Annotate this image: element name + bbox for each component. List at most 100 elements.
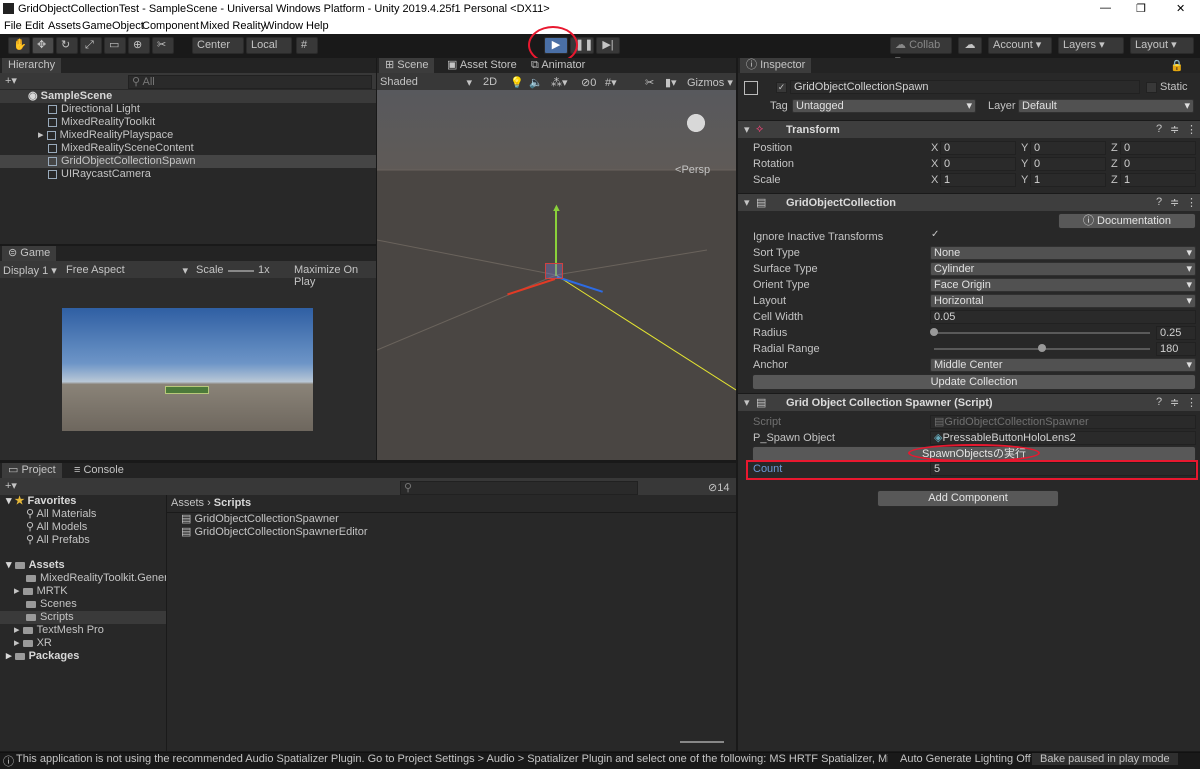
foldout-arrow-icon[interactable]: ▾ [744, 396, 750, 409]
position-z[interactable]: 0 [1120, 141, 1196, 155]
gizmos-dropdown[interactable]: Gizmos ▾ [687, 76, 733, 89]
preset-icon[interactable]: ≑ [1170, 196, 1179, 209]
surface-type-dropdown[interactable]: Cylinder ▾ [930, 262, 1196, 276]
scene-root[interactable]: ◉ SampleScene [0, 90, 376, 103]
menu-assets[interactable]: Assets [48, 20, 81, 32]
transform-tool-icon[interactable]: ⊕ [128, 37, 150, 54]
2d-toggle[interactable]: 2D [483, 76, 497, 88]
tab-animator[interactable]: ⧉ Animator [525, 58, 591, 73]
update-collection-button[interactable]: Update Collection [752, 374, 1196, 390]
radial-range-slider-knob[interactable] [1038, 344, 1046, 352]
hierarchy-item-selected[interactable]: GridObjectCollectionSpawn [0, 155, 376, 168]
favorite-item[interactable]: ⚲ All Materials [0, 508, 96, 521]
add-component-button[interactable]: Add Component [877, 490, 1059, 507]
create-plus-icon[interactable]: +▾ [5, 74, 17, 87]
orientation-gizmo[interactable] [671, 98, 721, 148]
grid-toggle-icon[interactable]: #▾ [605, 76, 617, 89]
object-name-field[interactable]: GridObjectCollectionSpawn [790, 80, 1140, 94]
transform-header[interactable]: ▾ ⟡ Transform ? ≑ ⋮ [738, 120, 1200, 138]
scale-slider[interactable] [228, 270, 254, 272]
menu-file[interactable]: File [4, 20, 22, 32]
scale-y[interactable]: 1 [1030, 173, 1106, 187]
rotation-x[interactable]: 0 [940, 157, 1016, 171]
more-icon[interactable]: ⋮ [1186, 196, 1197, 209]
tab-inspector[interactable]: ⓘ Inspector [740, 58, 812, 73]
asset-folder[interactable]: ▸ TextMesh Pro [0, 624, 104, 637]
favorite-item[interactable]: ⚲ All Models [0, 521, 87, 534]
menu-window[interactable]: Window [264, 20, 303, 32]
collab-dropdown[interactable]: ☁ Collab ▾ [890, 37, 952, 66]
effects-dropdown-icon[interactable]: ⁂▾ [551, 76, 568, 89]
menu-component[interactable]: Component [142, 20, 199, 32]
foldout-arrow-icon[interactable]: ▾ [744, 123, 750, 136]
account-dropdown[interactable]: Account ▾ [988, 37, 1052, 54]
tools-icon[interactable]: ✂ [645, 76, 654, 89]
tab-game[interactable]: ⊜ Game [2, 246, 57, 261]
radial-range-field[interactable]: 180 [1156, 342, 1196, 356]
help-icon[interactable]: ? [1156, 123, 1162, 135]
tab-hierarchy[interactable]: Hierarchy [2, 58, 62, 73]
anchor-dropdown[interactable]: Middle Center ▾ [930, 358, 1196, 372]
script-file[interactable]: ▤ GridObjectCollectionSpawnerEditor [181, 526, 367, 539]
audio-toggle-icon[interactable]: 🔈 [529, 76, 543, 89]
hierarchy-search-input[interactable]: ⚲ All [128, 75, 372, 89]
game-render-view[interactable] [62, 308, 313, 431]
rect-tool-icon[interactable]: ▭ [104, 37, 126, 54]
scale-tool-icon[interactable]: ⤢ [80, 37, 102, 54]
zoom-slider[interactable] [680, 741, 724, 743]
tab-scene[interactable]: ⊞ Scene [379, 58, 435, 73]
layout-dropdown[interactable]: Layout ▾ [1130, 37, 1194, 54]
create-plus-icon[interactable]: +▾ [5, 479, 17, 492]
close-button[interactable]: ✕ [1176, 2, 1185, 15]
asset-folder-selected[interactable]: Scripts [0, 611, 166, 624]
expand-arrow-icon[interactable]: ▸ [38, 129, 47, 141]
hierarchy-item[interactable]: MixedRealityToolkit [0, 116, 155, 129]
display-dropdown[interactable]: Display 1 ▾ [3, 264, 57, 277]
tab-console[interactable]: ≡ Console [68, 463, 130, 478]
step-button[interactable]: ▶| [596, 37, 620, 54]
asset-folder[interactable]: MixedRealityToolkit.Generated [0, 572, 166, 585]
script-file[interactable]: ▤ GridObjectCollectionSpawner [181, 513, 339, 526]
radius-field[interactable]: 0.25 [1156, 326, 1196, 340]
asset-folder[interactable]: ▸ XR [0, 637, 52, 650]
minimize-button[interactable]: — [1100, 2, 1111, 14]
help-icon[interactable]: ? [1156, 396, 1162, 408]
move-tool-icon[interactable]: ✥ [32, 37, 54, 54]
lock-icon[interactable]: 🔒 [1170, 59, 1184, 72]
more-icon[interactable]: ⋮ [1186, 123, 1197, 136]
rotation-y[interactable]: 0 [1030, 157, 1106, 171]
hand-tool-icon[interactable]: ✋ [8, 37, 30, 54]
lighting-toggle-icon[interactable]: 💡 [510, 76, 524, 89]
hierarchy-item[interactable]: UIRaycastCamera [0, 168, 151, 181]
sort-type-dropdown[interactable]: None ▾ [930, 246, 1196, 260]
layers-dropdown[interactable]: Layers ▾ [1058, 37, 1124, 54]
cloud-icon[interactable]: ☁ [958, 37, 982, 54]
preset-icon[interactable]: ≑ [1170, 123, 1179, 136]
scale-z[interactable]: 1 [1120, 173, 1196, 187]
breadcrumb-leaf[interactable]: Scripts [214, 497, 251, 509]
asset-folder[interactable]: ▸ MRTK [0, 585, 68, 598]
assets-header[interactable]: ▾ Assets [0, 559, 65, 572]
tab-project[interactable]: ▭ Project [2, 463, 62, 478]
layout-type-dropdown[interactable]: Horizontal ▾ [930, 294, 1196, 308]
position-x[interactable]: 0 [940, 141, 1016, 155]
hierarchy-item[interactable]: ▸ MixedRealityPlayspace [0, 129, 173, 142]
pivot-local-toggle[interactable]: Local [246, 37, 292, 54]
position-y[interactable]: 0 [1030, 141, 1106, 155]
hierarchy-item[interactable]: MixedRealitySceneContent [0, 142, 194, 155]
spawner-header[interactable]: ▾ ▤ Grid Object Collection Spawner (Scri… [738, 393, 1200, 411]
shading-dropdown[interactable]: Shaded ▾ [380, 76, 472, 89]
rotation-z[interactable]: 0 [1120, 157, 1196, 171]
aspect-dropdown[interactable]: Free Aspect ▾ [66, 264, 188, 277]
pivot-center-toggle[interactable]: Center [192, 37, 244, 54]
favorites-header[interactable]: ▾ ★ Favorites [0, 495, 76, 508]
documentation-button[interactable]: ⓘ Documentation [1058, 213, 1196, 229]
goc-header[interactable]: ▾ ▤ GridObjectCollection ? ≑ ⋮ [738, 193, 1200, 211]
hierarchy-item[interactable]: Directional Light [0, 103, 140, 116]
asset-folder[interactable]: Scenes [0, 598, 77, 611]
rotate-tool-icon[interactable]: ↻ [56, 37, 78, 54]
favorite-item[interactable]: ⚲ All Prefabs [0, 534, 90, 547]
radius-slider-track[interactable] [934, 332, 1150, 334]
static-checkbox[interactable] [1146, 82, 1157, 93]
breadcrumb-root[interactable]: Assets [171, 497, 204, 509]
